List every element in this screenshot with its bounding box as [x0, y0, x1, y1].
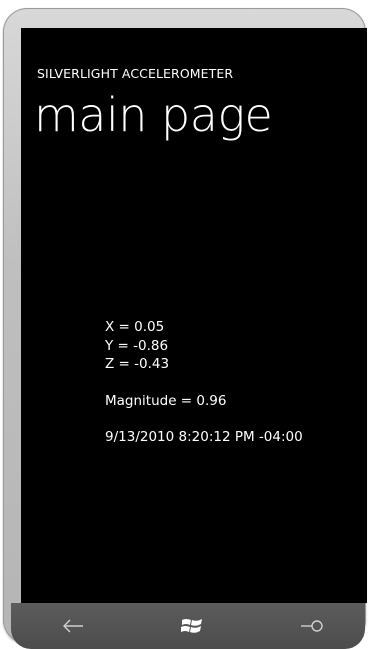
page-title: main page [34, 88, 273, 142]
start-button[interactable] [174, 611, 210, 641]
timestamp: 9/13/2010 8:20:12 PM -04:00 [105, 429, 303, 445]
app-screen: SILVERLIGHT ACCELEROMETER main page X = … [21, 28, 367, 603]
app-title: SILVERLIGHT ACCELEROMETER [37, 66, 234, 81]
hardware-button-bar [11, 603, 365, 649]
phone-device: SILVERLIGHT ACCELEROMETER main page X = … [3, 8, 367, 649]
y-value: Y = -0.86 [105, 337, 169, 354]
magnitude-value: Magnitude = 0.96 [105, 392, 227, 409]
windows-logo-icon [181, 619, 202, 633]
back-button[interactable] [55, 611, 91, 641]
accelerometer-readout: X = 0.05 Y = -0.86 Z = -0.43 Magnitude =… [105, 318, 303, 447]
search-icon [301, 620, 323, 632]
search-button[interactable] [294, 611, 330, 641]
back-arrow-icon [63, 619, 83, 633]
z-value: Z = -0.43 [105, 356, 170, 372]
x-value: X = 0.05 [105, 319, 165, 335]
